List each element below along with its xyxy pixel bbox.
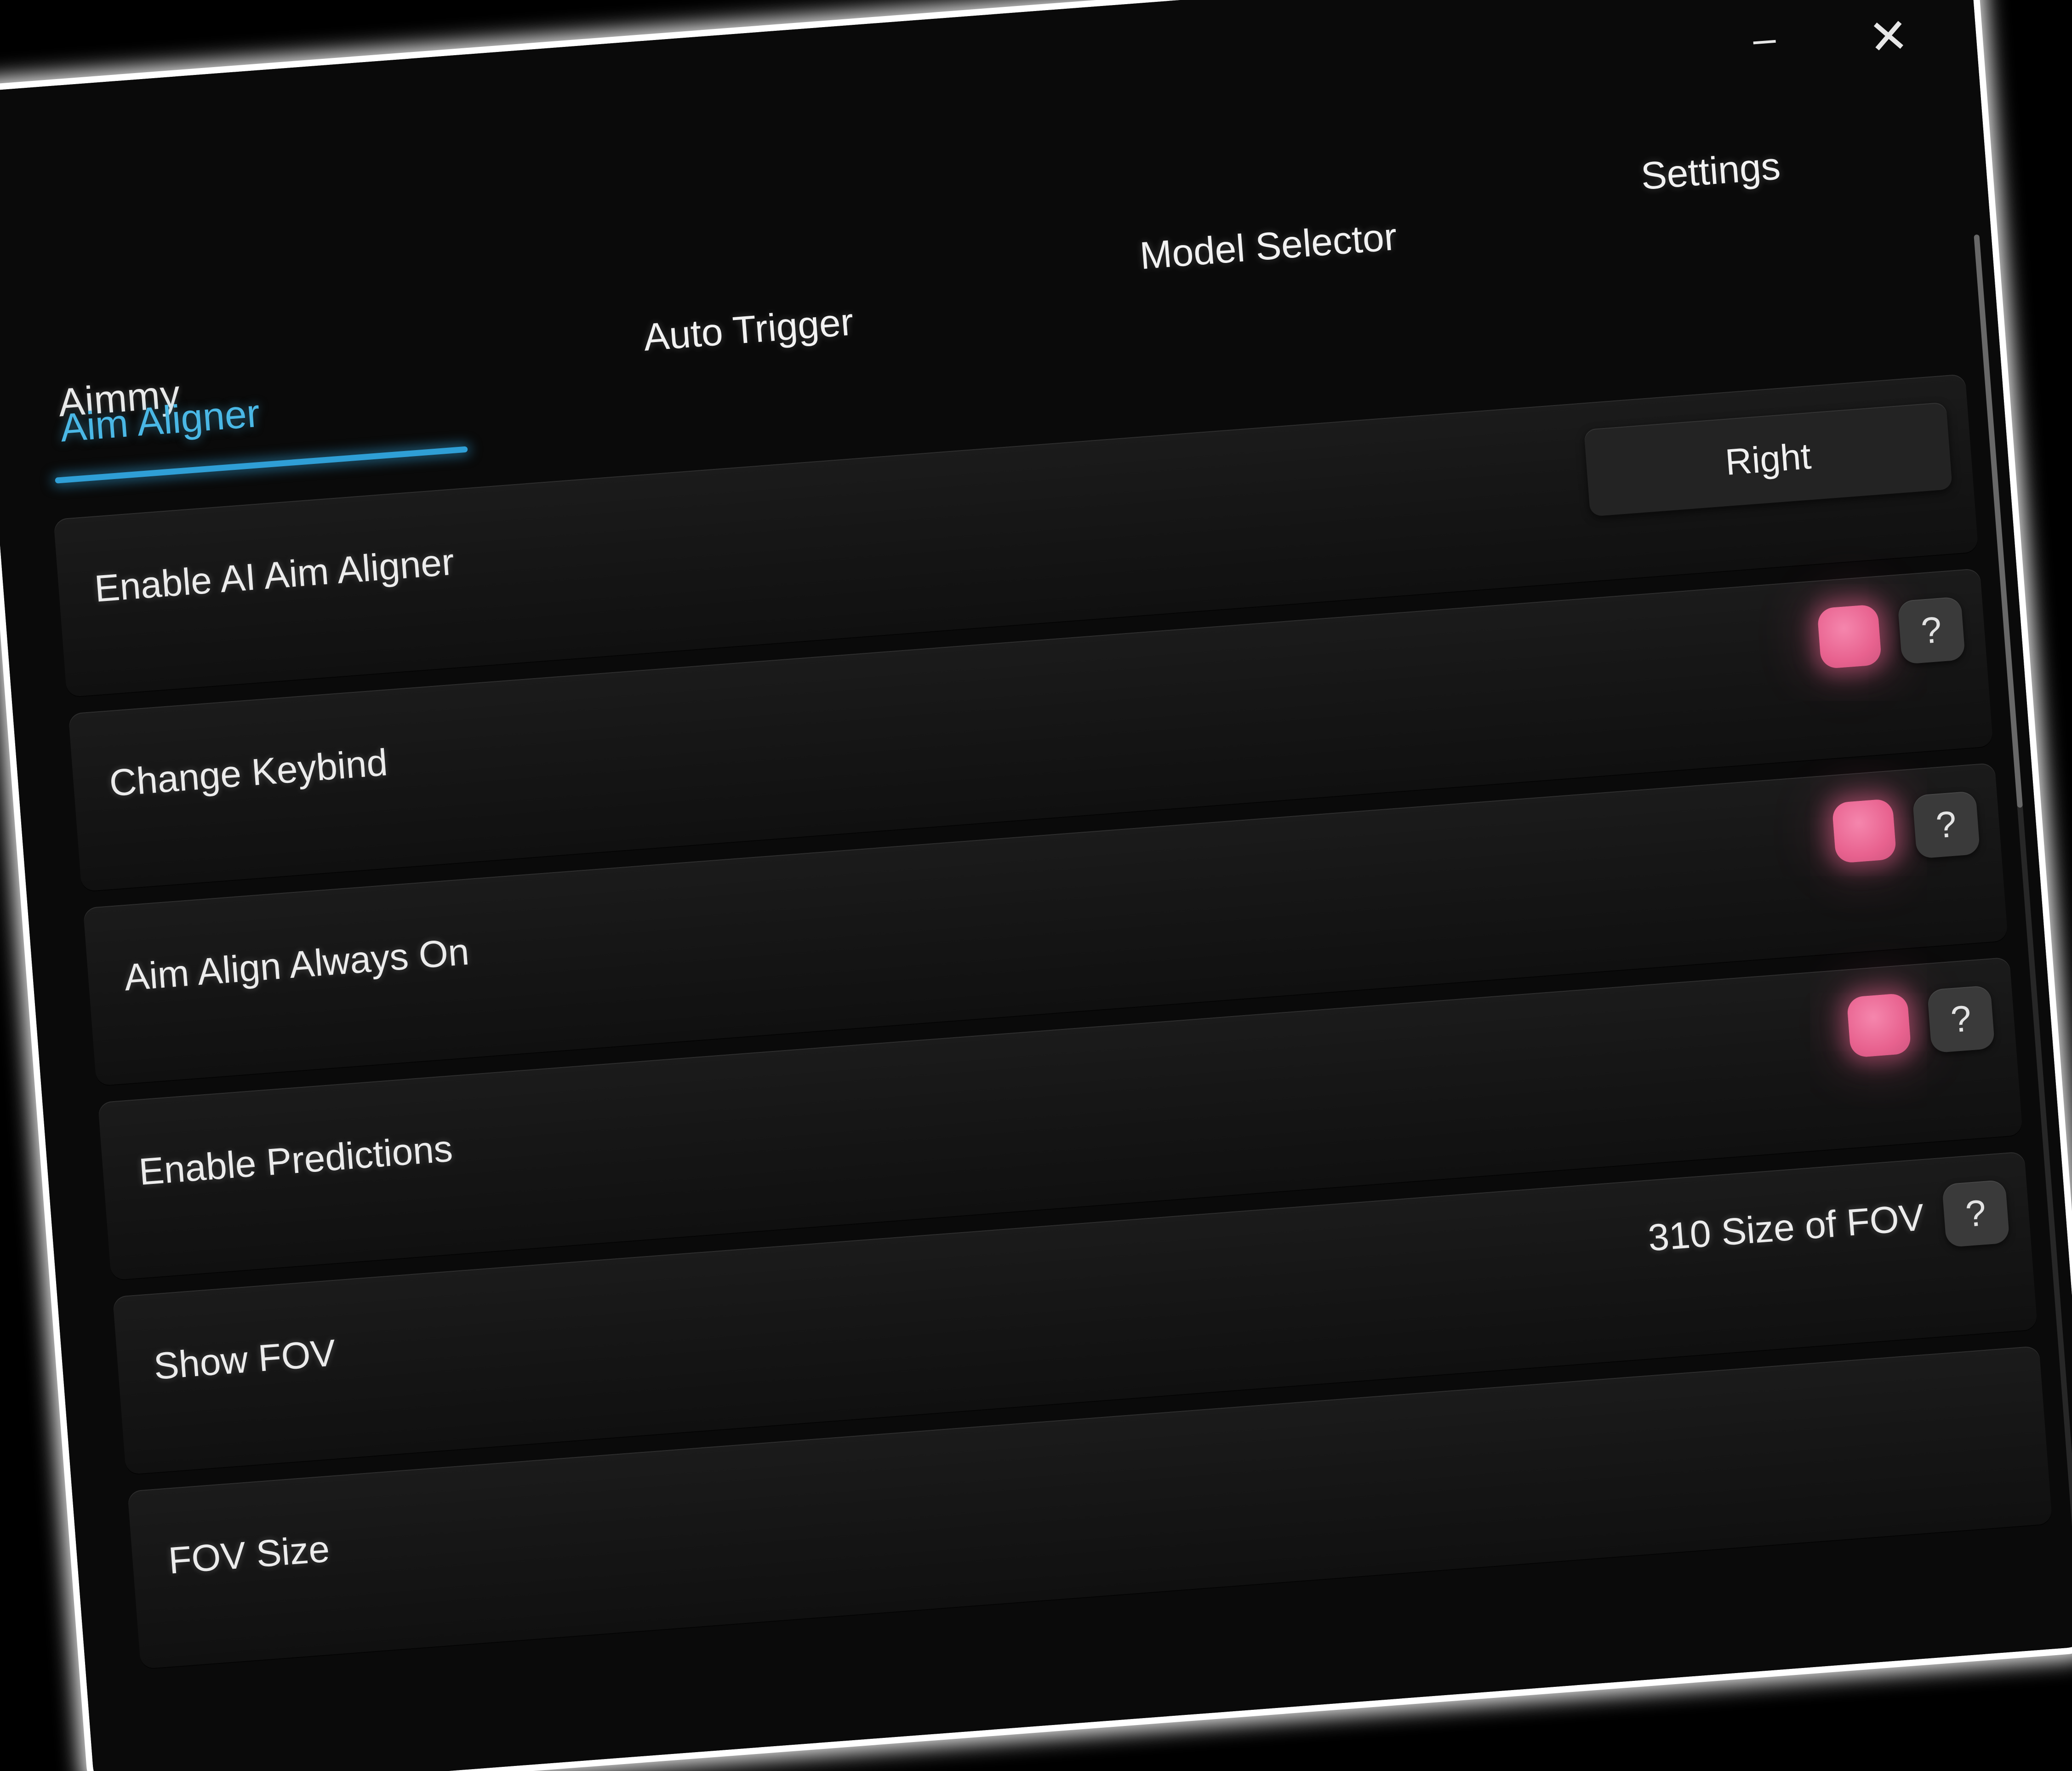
toggle-switch[interactable] xyxy=(1846,993,1912,1058)
setting-label: FOV Size xyxy=(167,1528,331,1582)
settings-list: Enable AI Aim Aligner Right Change Keybi… xyxy=(53,373,2054,1685)
screen-background: Aimmy – ✕ Aim Aligner Auto Trigger Model… xyxy=(0,0,2072,1771)
row-controls: 310 Size of FOV ? xyxy=(1646,1179,2010,1270)
fov-size-value: 310 Size of FOV xyxy=(1646,1196,1926,1259)
window-inner-surface: Aimmy – ✕ Aim Aligner Auto Trigger Model… xyxy=(0,0,2072,1771)
tab-auto-trigger[interactable]: Auto Trigger xyxy=(642,299,855,360)
help-icon[interactable]: ? xyxy=(1897,596,1966,665)
help-icon[interactable]: ? xyxy=(1912,790,1981,859)
setting-label: Enable Predictions xyxy=(137,1127,454,1194)
keybind-select[interactable]: Right xyxy=(1583,402,1953,517)
window-controls: – ✕ xyxy=(1735,0,1919,84)
setting-label: Change Keybind xyxy=(108,741,389,805)
row-controls: Right xyxy=(1583,402,1953,517)
toggle-switch[interactable] xyxy=(1816,604,1882,669)
setting-label: Show FOV xyxy=(152,1332,337,1388)
setting-label: Enable AI Aim Aligner xyxy=(93,541,456,610)
row-controls: ? xyxy=(1816,596,1966,670)
help-icon[interactable]: ? xyxy=(1927,985,1995,1053)
aimmy-window: Aimmy – ✕ Aim Aligner Auto Trigger Model… xyxy=(0,0,2072,1771)
row-controls: ? xyxy=(1846,985,1995,1059)
help-icon[interactable]: ? xyxy=(1941,1179,2010,1248)
minimize-button[interactable]: – xyxy=(1735,9,1795,84)
tab-aim-aligner[interactable]: Aim Aligner xyxy=(58,391,262,451)
row-controls: ? xyxy=(1832,790,1981,865)
toggle-switch[interactable] xyxy=(1832,798,1897,864)
setting-label: Aim Align Always On xyxy=(122,931,471,999)
close-icon[interactable]: ✕ xyxy=(1859,7,1918,67)
active-tab-indicator xyxy=(55,446,468,484)
